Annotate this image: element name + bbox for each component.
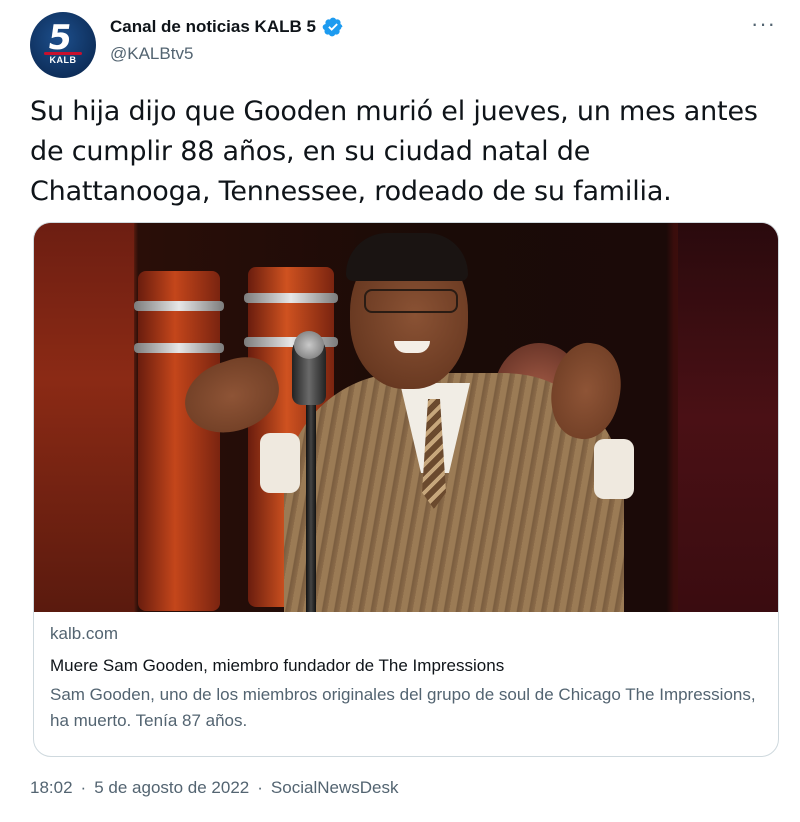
more-options-icon[interactable]: ··· — [751, 13, 776, 35]
tweet-timestamp: 18:02 · 5 de agosto de 2022 · SocialNews… — [30, 778, 398, 798]
image-microphone-head — [294, 331, 324, 359]
link-preview-card[interactable]: kalb.com Muere Sam Gooden, miembro funda… — [33, 222, 779, 757]
card-image[interactable] — [34, 223, 778, 612]
image-mic-stand — [306, 403, 316, 612]
account-handle[interactable]: @KALBtv5 — [110, 44, 193, 64]
image-drum — [134, 271, 224, 611]
card-description: Sam Gooden, uno de los miembros original… — [50, 685, 756, 730]
image-glasses — [364, 289, 458, 313]
tweet-source-link[interactable]: SocialNewsDesk — [271, 778, 399, 798]
image-sleeve — [594, 439, 634, 499]
avatar[interactable]: 5 KALB — [30, 12, 96, 78]
card-meta[interactable]: kalb.com Muere Sam Gooden, miembro funda… — [34, 612, 778, 734]
image-stage-left — [34, 223, 134, 612]
tweet-time[interactable]: 18:02 — [30, 778, 73, 798]
tweet-date[interactable]: 5 de agosto de 2022 — [94, 778, 249, 798]
verified-badge-icon — [322, 17, 343, 37]
display-name-row[interactable]: Canal de noticias KALB 5 — [110, 16, 344, 38]
image-sleeve — [260, 433, 300, 493]
image-hair — [346, 233, 468, 281]
display-name[interactable]: Canal de noticias KALB 5 — [110, 17, 316, 37]
avatar-logo-brand: KALB — [49, 55, 77, 65]
separator-dot: · — [80, 778, 87, 797]
separator-dot: · — [257, 778, 263, 797]
image-stage-right — [678, 223, 778, 612]
card-title: Muere Sam Gooden, miembro fundador de Th… — [50, 656, 505, 675]
card-domain: kalb.com — [50, 624, 119, 643]
tweet-text: Su hija dijo que Gooden murió el jueves,… — [30, 96, 758, 207]
